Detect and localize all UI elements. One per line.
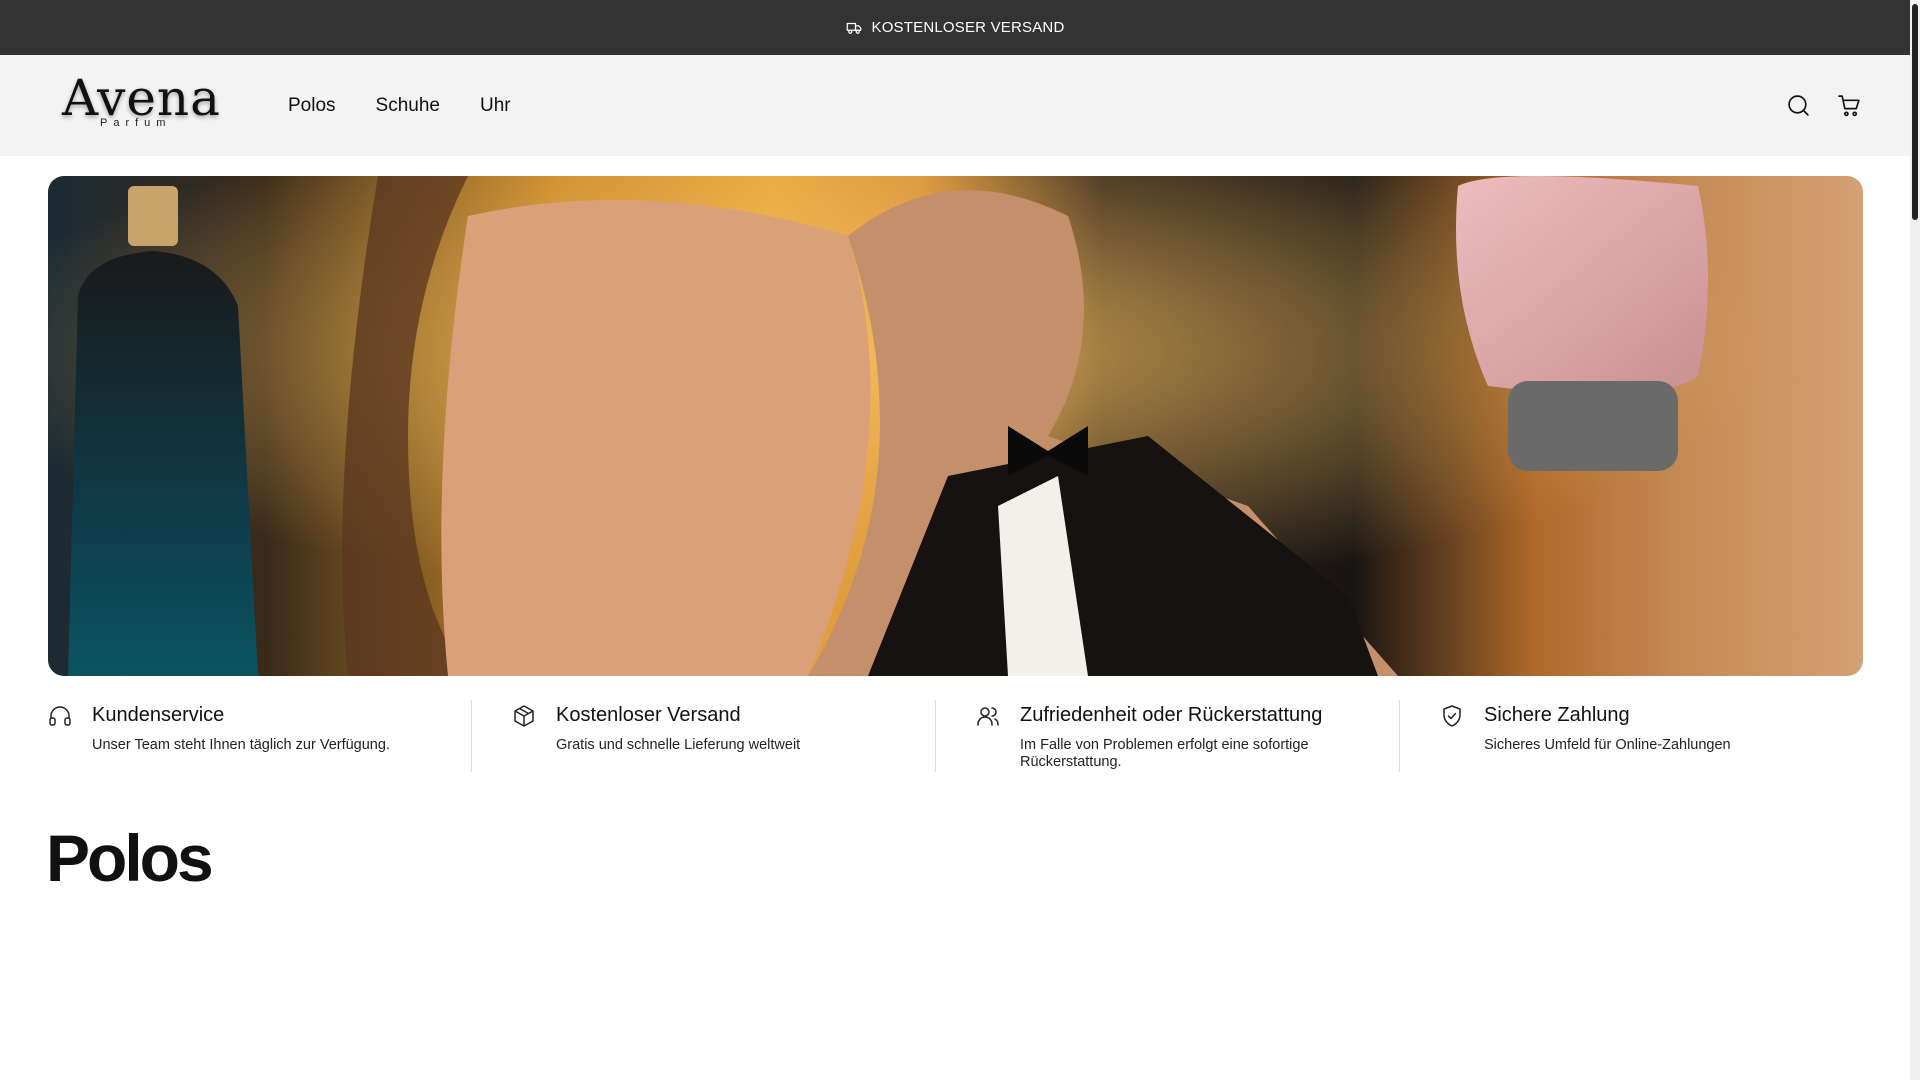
nav-link-schuhe[interactable]: Schuhe [376,95,440,117]
section-title: Polos [46,821,214,895]
cart-icon[interactable] [1837,93,1862,118]
bottle-neck [1508,381,1678,471]
feature-text: Sicheres Umfeld für Online-Zahlungen [1484,737,1731,753]
headphones-icon [49,706,71,726]
feature-free-shipping: Kostenloser Versand Gratis und schnelle … [472,700,936,772]
package-icon [514,705,534,727]
logo-sub: Parfum [100,117,172,129]
feature-title: Kostenloser Versand [556,704,741,726]
feature-satisfaction: Zufriedenheit oder Rückerstattung Im Fal… [936,700,1400,772]
shield-check-icon [1443,705,1461,727]
feature-text: Unser Team steht Ihnen täglich zur Verfü… [92,737,390,753]
feature-title: Kundenservice [92,704,225,726]
nav-link-uhr[interactable]: Uhr [480,95,511,117]
feature-text: Gratis und schnelle Lieferung weltweit [556,737,801,753]
search-icon[interactable] [1786,93,1811,118]
scrollbar-thumb[interactable] [1912,4,1918,220]
feature-text: Im Falle von Problemen erfolgt eine sofo… [1020,737,1309,770]
nav-link-polos[interactable]: Polos [288,95,336,117]
feature-title: Sichere Zahlung [1484,704,1630,726]
logo-main: Avena [62,69,221,127]
feature-title: Zufriedenheit oder Rückerstattung [1020,704,1323,726]
bottle-cap [128,186,178,246]
site-header: Avena Parfum Polos Schuhe Uhr [0,55,1910,156]
announcement-bar: KOSTENLOSER VERSAND [0,0,1910,55]
bottle-right [1456,176,1708,394]
feature-secure-payment: Sichere Zahlung Sicheres Umfeld für Onli… [1400,700,1863,772]
hero-image [48,176,1863,676]
users-icon [977,707,999,726]
main-nav: Polos Schuhe Uhr [288,55,511,156]
header-actions [1786,55,1862,156]
announcement-text: KOSTENLOSER VERSAND [871,19,1065,36]
scrollbar[interactable] [1910,0,1920,1080]
feature-customer-service: Kundenservice Unser Team steht Ihnen täg… [48,700,472,772]
bottle-left [68,251,258,676]
truck-icon [847,22,862,34]
hero-banner[interactable] [48,176,1863,676]
feature-strip: Kundenservice Unser Team steht Ihnen täg… [48,700,1863,772]
logo[interactable]: Avena Parfum [62,69,221,137]
